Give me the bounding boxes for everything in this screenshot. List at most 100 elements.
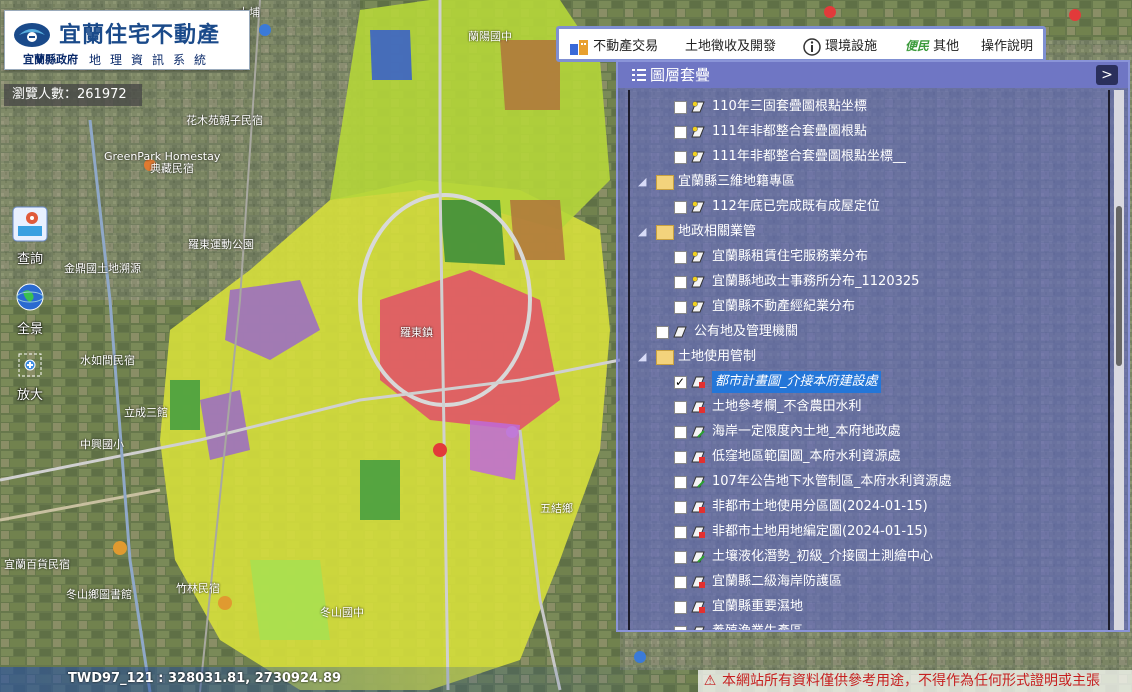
- layer-checkbox[interactable]: [674, 126, 687, 139]
- layer-item[interactable]: 宜蘭縣租賃住宅服務業分布: [630, 246, 1100, 268]
- layer-checkbox[interactable]: [674, 401, 687, 414]
- fullview-tool-label: 全景: [16, 322, 43, 337]
- layer-checkbox[interactable]: [674, 276, 687, 289]
- layer-item-label: 海岸一定限度內土地_本府地政處: [712, 424, 901, 439]
- disclaimer-bar: ⚠ 本網站所有資料僅供參考用途，不得作為任何形式證明或主張: [698, 670, 1132, 692]
- layer-checkbox[interactable]: [674, 151, 687, 164]
- layer-item[interactable]: 宜蘭縣二級海岸防護區: [630, 571, 1100, 593]
- layer-checkbox[interactable]: [674, 201, 687, 214]
- point-layer-icon: [691, 251, 705, 263]
- point-layer-icon: [691, 101, 705, 113]
- layer-item-label: 非都市土地使用分區圖(2024-01-15): [712, 499, 928, 514]
- query-tool[interactable]: 查詢: [0, 206, 60, 267]
- layer-item-label: 非都市土地用地編定圖(2024-01-15): [712, 524, 928, 539]
- map-label: 金鼎國土地溯源: [64, 262, 141, 275]
- chevron-right-icon: >: [1101, 67, 1113, 83]
- query-icon: [12, 206, 48, 242]
- layer-subgroup-label: 公有地及管理機關: [694, 324, 799, 339]
- point-layer-icon: [691, 301, 705, 313]
- layer-item[interactable]: 宜蘭縣不動產經紀業分布: [630, 296, 1100, 318]
- layer-group[interactable]: ◢ 土地使用管制: [630, 346, 1100, 368]
- layer-checkbox[interactable]: [656, 326, 669, 339]
- menu-other[interactable]: 便民 其他: [905, 35, 959, 54]
- layer-item[interactable]: 107年公告地下水管制區_本府水利資源處: [630, 471, 1100, 493]
- layer-checkbox[interactable]: [674, 101, 687, 114]
- layer-item[interactable]: 宜蘭縣重要濕地: [630, 596, 1100, 618]
- warning-icon: ⚠: [703, 673, 717, 689]
- layer-checkbox[interactable]: [674, 476, 687, 489]
- layer-item[interactable]: 土壤液化潛勢_初級_介接國土測繪中心: [630, 546, 1100, 568]
- map-label: 冬山國中: [320, 606, 364, 619]
- map-label: 水如間民宿: [80, 354, 135, 367]
- layer-item[interactable]: 112年底已完成既有成屋定位: [630, 196, 1100, 218]
- coordinate-bar: TWD97_121 : 328031.81, 2730924.89: [0, 667, 710, 692]
- layer-item[interactable]: 土地參考欄_不含農田水利: [630, 396, 1100, 418]
- layer-item[interactable]: 非都市土地使用分區圖(2024-01-15): [630, 496, 1100, 518]
- layer-item-label: 111年非都整合套疊圖根點坐標__: [712, 149, 906, 164]
- layer-checkbox[interactable]: [674, 301, 687, 314]
- layer-tree[interactable]: 110年三固套疊圖根點坐標 111年非都整合套疊圖根點 111年非都整合套疊圖根點坐…: [628, 90, 1110, 630]
- map-label: 羅東鎮: [400, 326, 433, 339]
- layer-checkbox[interactable]: [674, 371, 687, 393]
- menu-other-label: 其他: [933, 39, 960, 54]
- layer-item-label: 宜蘭縣二級海岸防護區: [712, 574, 843, 589]
- layer-subgroup[interactable]: 公有地及管理機關: [630, 321, 1100, 343]
- expand-toggle-icon[interactable]: ◢: [638, 346, 646, 368]
- layer-checkbox[interactable]: [674, 601, 687, 614]
- map-label: 羅東運動公園: [188, 238, 254, 251]
- layer-checkbox[interactable]: [674, 426, 687, 439]
- site-logo[interactable]: 宜蘭住宅不動產 宜蘭縣政府 地理資訊系統: [4, 10, 250, 70]
- line-layer-icon: [691, 426, 705, 438]
- layer-checkbox[interactable]: [674, 501, 687, 514]
- layer-item[interactable]: 低窪地區範圍圖_本府水利資源處: [630, 446, 1100, 468]
- layer-item[interactable]: 111年非都整合套疊圖根點坐標__: [630, 146, 1100, 168]
- menu-environment[interactable]: 環境設施: [803, 35, 877, 56]
- polygon-layer-icon: [691, 376, 705, 388]
- layer-item-label: 都市計畫圖_介接本府建設處: [712, 371, 881, 393]
- real-estate-icon: [570, 39, 588, 55]
- layer-item[interactable]: 都市計畫圖_介接本府建設處: [630, 371, 1100, 393]
- layer-checkbox[interactable]: [674, 251, 687, 264]
- expand-toggle-icon[interactable]: ◢: [638, 221, 646, 243]
- logo-title: 宜蘭住宅不動產: [59, 22, 221, 48]
- collapse-button[interactable]: >: [1096, 65, 1118, 85]
- layer-item[interactable]: 111年非都整合套疊圖根點: [630, 121, 1100, 143]
- layer-checkbox[interactable]: [674, 626, 687, 630]
- list-icon: [632, 69, 646, 81]
- layer-group[interactable]: ◢ 宜蘭縣三維地籍專區: [630, 171, 1100, 193]
- layer-item-label: 養殖漁業生產區: [712, 621, 803, 630]
- layer-tree-scrollbar[interactable]: [1114, 90, 1124, 630]
- fullview-tool[interactable]: 全景: [0, 282, 60, 337]
- folder-icon: [656, 175, 674, 190]
- map-label: 典藏民宿: [150, 162, 194, 175]
- zoomin-tool[interactable]: 放大: [0, 352, 60, 403]
- layer-checkbox[interactable]: [674, 551, 687, 564]
- layer-item[interactable]: 宜蘭縣地政士事務所分布_1120325: [630, 271, 1100, 293]
- scrollbar-thumb[interactable]: [1116, 206, 1122, 366]
- layer-item[interactable]: 海岸一定限度內土地_本府地政處: [630, 421, 1100, 443]
- menu-real-estate[interactable]: 不動產交易: [569, 35, 658, 56]
- polygon-layer-icon: [691, 576, 705, 588]
- expand-toggle-icon[interactable]: ◢: [638, 171, 646, 193]
- polygon-layer-icon: [691, 451, 705, 463]
- layer-item-label: 低窪地區範圍圖_本府水利資源處: [712, 449, 901, 464]
- folder-icon: [656, 225, 674, 240]
- layer-item[interactable]: 非都市土地用地編定圖(2024-01-15): [630, 521, 1100, 543]
- layer-item[interactable]: 110年三固套疊圖根點坐標: [630, 96, 1100, 118]
- zoom-box-icon: [18, 353, 42, 377]
- layer-item[interactable]: 養殖漁業生產區: [630, 621, 1100, 630]
- line-layer-icon: [691, 551, 705, 563]
- layer-group[interactable]: ◢ 地政相關業管: [630, 221, 1100, 243]
- layer-checkbox[interactable]: [674, 451, 687, 464]
- menu-help[interactable]: 操作說明: [981, 35, 1033, 54]
- folder-icon: [656, 350, 674, 365]
- layer-panel: 圖層套疊 > 110年三固套疊圖根點坐標 111年非都整合套疊圖根點 111年非都整…: [616, 60, 1130, 632]
- layer-checkbox[interactable]: [674, 576, 687, 589]
- point-layer-icon: [691, 151, 705, 163]
- logo-subtitle: 地理資訊系統: [89, 53, 216, 67]
- map-label: 中興國小: [80, 438, 124, 451]
- layer-item-label: 土壤液化潛勢_初級_介接國土測繪中心: [712, 549, 934, 564]
- layer-checkbox[interactable]: [674, 526, 687, 539]
- zoomin-tool-label: 放大: [16, 388, 43, 403]
- menu-land-expropriation[interactable]: 土地徵收及開發: [685, 35, 776, 54]
